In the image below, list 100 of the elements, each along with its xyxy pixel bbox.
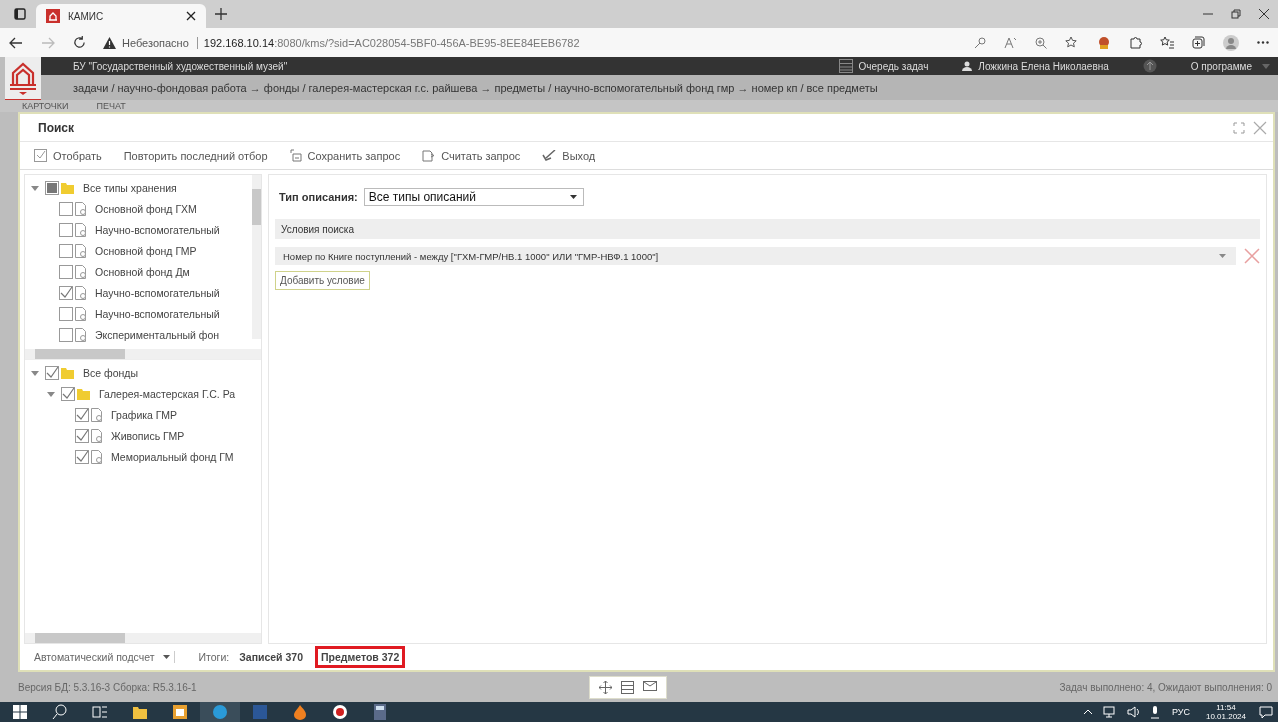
url-text: 192.168.10.14:8080/kms/?sid=AC028054-5BF0-456A-BE95-8EE84EEB6782 xyxy=(203,36,580,49)
close-icon[interactable] xyxy=(1259,9,1269,19)
header-menu-item[interactable]: Ложкина Елена Николаевна xyxy=(962,60,1109,72)
caret-up-icon[interactable] xyxy=(1082,709,1093,715)
section-header: Условия поиска xyxy=(275,219,1260,239)
notification-icon[interactable] xyxy=(1259,705,1273,719)
dialog-title: Поиск xyxy=(38,120,74,135)
expand-arrow-icon[interactable] xyxy=(31,183,39,192)
profile-avatar-icon[interactable] xyxy=(1223,34,1239,51)
document-icon xyxy=(91,428,103,443)
tree-item[interactable]: Научно-вспомогательный xyxy=(95,307,220,320)
folder-icon[interactable] xyxy=(132,704,148,720)
tree-checkbox[interactable] xyxy=(59,264,73,279)
tree-checkbox[interactable] xyxy=(59,201,73,216)
tree-item[interactable]: Все фонды xyxy=(83,366,138,379)
favorites-icon[interactable] xyxy=(1160,36,1174,49)
circle-logo-icon[interactable] xyxy=(332,704,348,720)
horizontal-scrollbar[interactable] xyxy=(25,633,261,643)
caret-icon[interactable] xyxy=(1262,63,1270,69)
move-icon[interactable] xyxy=(599,680,612,694)
tree-checkbox[interactable] xyxy=(59,243,73,258)
tree-item[interactable]: Основной фонд Дм xyxy=(95,265,190,278)
tree-item[interactable]: Научно-вспомогательный xyxy=(95,286,220,299)
reload-icon[interactable] xyxy=(73,36,86,49)
app-tab[interactable]: КАРТОЧКИ xyxy=(22,101,69,112)
vertical-scrollbar[interactable] xyxy=(252,175,261,339)
expand-arrow-icon[interactable] xyxy=(31,368,39,377)
document-icon xyxy=(75,201,87,216)
list-icon xyxy=(838,59,853,73)
total-count: Записей 370 xyxy=(238,650,304,665)
tree-item[interactable]: Галерея-мастерская Г.С. Ра xyxy=(99,387,236,400)
windows-logo-icon[interactable] xyxy=(12,704,28,720)
toolbar-button[interactable]: Повторить последний отбор xyxy=(123,147,268,164)
document-icon xyxy=(75,327,87,342)
tree-checkbox[interactable] xyxy=(45,365,59,380)
tree-checkbox[interactable] xyxy=(75,428,89,443)
tree-item[interactable]: Живопись ГМР xyxy=(111,429,185,442)
header-menu-item[interactable]: О программе xyxy=(1190,60,1252,72)
puzzle-icon[interactable] xyxy=(1129,36,1142,49)
extension-icon[interactable] xyxy=(1097,35,1111,50)
museum-logo[interactable] xyxy=(5,57,41,102)
tree-item[interactable]: Основной фонд ГМР xyxy=(95,244,197,257)
tree-item[interactable]: Графика ГМР xyxy=(111,408,178,421)
tree-checkbox[interactable] xyxy=(61,386,75,401)
restore-icon[interactable] xyxy=(1231,9,1241,19)
microphone-icon[interactable] xyxy=(1150,705,1159,719)
network-icon[interactable] xyxy=(1102,706,1117,718)
favorite-star-icon[interactable] xyxy=(1065,36,1079,49)
tree-checkbox[interactable] xyxy=(59,222,73,237)
browser-tab[interactable]: КАМИС xyxy=(36,4,206,28)
toolbar-button[interactable]: Выход xyxy=(542,147,596,164)
tree-item[interactable]: Экспериментальный фон xyxy=(95,328,220,341)
count-mode-dropdown[interactable]: Автоматический подсчет xyxy=(34,651,175,663)
add-condition-button[interactable]: Добавить условие xyxy=(275,271,370,290)
speaker-icon[interactable] xyxy=(1126,706,1141,718)
tree-checkbox[interactable] xyxy=(75,407,89,422)
tree-item[interactable]: Мемориальный фонд ГМ xyxy=(111,450,234,463)
mail-icon[interactable] xyxy=(643,680,657,691)
dropdown-caret-icon xyxy=(1219,254,1226,258)
organization-name: БУ "Государственный художественный музей" xyxy=(72,60,288,72)
close-icon[interactable] xyxy=(186,11,196,21)
tree-item[interactable]: Основной фонд ГХМ xyxy=(95,202,197,215)
condition-row[interactable]: Номер по Книге поступлений - между ["ГХМ-ГМР/НВ.1 1000" ИЛИ "ГМР-НВФ.1 1000"] xyxy=(275,247,1236,265)
zoom-icon[interactable] xyxy=(1035,36,1047,49)
horizontal-scrollbar[interactable] xyxy=(25,349,261,359)
back-arrow-icon[interactable] xyxy=(9,36,23,49)
checkbox-tick-icon xyxy=(34,149,47,162)
totals-label: Итоги: xyxy=(198,651,230,663)
search-icon[interactable] xyxy=(52,704,68,720)
tree-item[interactable]: Все типы хранения xyxy=(83,181,177,194)
more-icon[interactable] xyxy=(1257,41,1269,44)
description-type-dropdown[interactable]: Все типы описаний xyxy=(363,188,584,206)
app-tab[interactable]: ПЕЧАТ xyxy=(96,101,126,112)
calculator-icon[interactable] xyxy=(372,704,388,720)
read-aloud-icon[interactable] xyxy=(1004,36,1017,49)
tree-checkbox[interactable] xyxy=(59,285,73,300)
toolbar-button[interactable]: Сохранить запрос xyxy=(289,147,401,164)
tab-actions-icon[interactable] xyxy=(13,7,27,21)
toolbar-button[interactable]: Отобрать xyxy=(34,147,102,164)
tree-checkbox[interactable] xyxy=(59,306,73,321)
document-icon xyxy=(91,407,103,422)
document-icon xyxy=(75,306,87,321)
museum-building-icon xyxy=(8,60,38,96)
language-indicator[interactable]: РУС xyxy=(1171,707,1190,717)
toolbar-button[interactable]: Считать запрос xyxy=(422,147,521,164)
flame-icon[interactable] xyxy=(292,704,308,720)
new-tab-icon[interactable] xyxy=(215,8,227,20)
key-icon[interactable] xyxy=(974,36,986,49)
task-view-icon[interactable] xyxy=(92,704,108,720)
expand-arrow-icon[interactable] xyxy=(47,389,55,398)
tree-checkbox[interactable] xyxy=(75,449,89,464)
upload-circle-icon[interactable] xyxy=(1142,59,1157,73)
header-menu-item[interactable]: Очередь задач xyxy=(838,59,929,73)
collections-icon[interactable] xyxy=(1192,36,1205,49)
list-icon[interactable] xyxy=(621,680,634,694)
version-info: Версия БД: 5.3.16-3 Сборка: R5.3.16-1 xyxy=(18,681,197,693)
tree-checkbox[interactable] xyxy=(45,180,59,195)
clock[interactable]: 11:54 10.01.2024 xyxy=(1205,703,1246,721)
tree-checkbox[interactable] xyxy=(59,327,73,342)
tree-item[interactable]: Научно-вспомогательный xyxy=(95,223,220,236)
